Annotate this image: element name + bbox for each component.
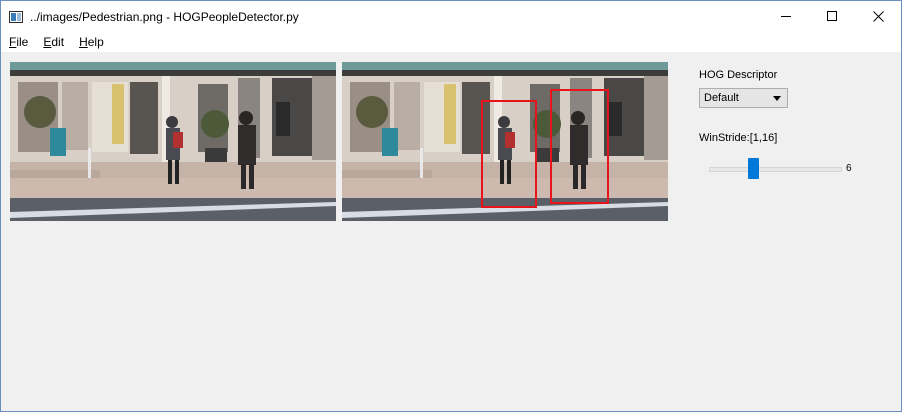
detection-box-1 <box>481 100 537 208</box>
minimize-button[interactable] <box>763 1 809 32</box>
window-title: ../images/Pedestrian.png - HOGPeopleDete… <box>30 9 299 24</box>
maximize-button[interactable] <box>809 1 855 32</box>
hog-descriptor-value: Default <box>704 92 739 104</box>
window-controls <box>763 1 901 32</box>
winstride-slider-thumb[interactable] <box>748 158 759 179</box>
hog-descriptor-label: HOG Descriptor <box>699 69 778 81</box>
chevron-down-icon <box>773 96 781 101</box>
minimize-icon <box>780 16 791 17</box>
menu-help[interactable]: Help <box>71 35 111 49</box>
detection-box-2 <box>550 89 609 204</box>
winstride-slider-value: 6 <box>846 163 852 174</box>
source-image <box>10 62 336 221</box>
hog-descriptor-select[interactable]: Default <box>699 88 788 108</box>
title-bar[interactable]: ../images/Pedestrian.png - HOGPeopleDete… <box>1 1 901 32</box>
menu-file[interactable]: File <box>1 35 35 49</box>
close-icon <box>872 11 884 22</box>
maximize-icon <box>826 11 837 21</box>
winstride-slider-track[interactable] <box>709 167 842 172</box>
close-button[interactable] <box>855 1 901 32</box>
app-window: ../images/Pedestrian.png - HOGPeopleDete… <box>0 0 902 412</box>
app-icon <box>9 10 23 23</box>
result-image <box>342 62 668 221</box>
menu-bar: File Edit Help <box>1 32 901 52</box>
main-content: HOG Descriptor Default WinStride:[1,16] … <box>1 52 901 411</box>
menu-edit[interactable]: Edit <box>35 35 71 49</box>
winstride-label: WinStride:[1,16] <box>699 132 778 144</box>
street-scene <box>10 62 336 221</box>
